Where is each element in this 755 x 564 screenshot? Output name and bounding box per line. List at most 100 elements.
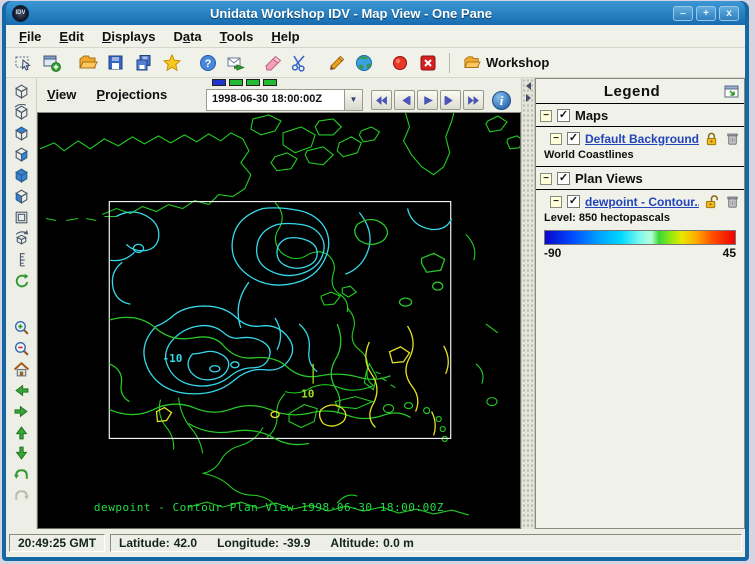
time-selector[interactable]: 1998-06-30 18:00:00Z ▼	[206, 89, 363, 111]
rewind-icon	[376, 95, 387, 105]
collapse-left-icon[interactable]	[525, 82, 531, 90]
erase-displays-button[interactable]	[258, 49, 286, 76]
perspective-view-button[interactable]	[9, 81, 33, 102]
pan-up-button[interactable]	[9, 422, 33, 443]
undo-button[interactable]	[9, 464, 33, 485]
select-display-button[interactable]	[10, 49, 38, 76]
map-view[interactable]: -10 10 dewpoint - Contour Plan View 1998…	[37, 112, 521, 529]
menu-data[interactable]: Data	[164, 27, 210, 46]
workshop-button[interactable]: Workshop	[457, 53, 555, 73]
plan-views-visibility-checkbox[interactable]: ✓	[557, 172, 570, 185]
collapse-toggle[interactable]: −	[550, 132, 562, 145]
right-view-button[interactable]	[9, 144, 33, 165]
fast-forward-icon	[468, 95, 479, 105]
lock-open-icon[interactable]	[704, 194, 719, 209]
help-button[interactable]: ?	[194, 49, 222, 76]
menu-help[interactable]: Help	[262, 27, 308, 46]
collapse-toggle[interactable]: −	[540, 109, 552, 122]
capture-image-button[interactable]	[386, 49, 414, 76]
copy-display-button[interactable]	[130, 49, 158, 76]
menu-bar: File Edit Displays Data Tools Help	[6, 25, 745, 48]
time-step-box[interactable]	[229, 79, 243, 86]
data-choosers-button[interactable]	[350, 49, 378, 76]
minimize-button[interactable]: –	[673, 5, 693, 21]
background-visibility-checkbox[interactable]: ✓	[567, 132, 580, 145]
time-step-box[interactable]	[246, 79, 260, 86]
collapse-right-icon[interactable]	[525, 94, 531, 102]
world-coastlines-label: World Coastlines	[544, 149, 634, 161]
new-display-button[interactable]	[38, 49, 66, 76]
save-button[interactable]	[102, 49, 130, 76]
pan-right-button[interactable]	[9, 401, 33, 422]
trash-icon[interactable]	[725, 131, 740, 146]
menu-file[interactable]: File	[10, 27, 50, 46]
exit-button[interactable]	[414, 49, 442, 76]
dewpoint-visibility-checkbox[interactable]: ✓	[567, 195, 580, 208]
reset-projection-button[interactable]	[9, 207, 33, 228]
cube-top-icon	[14, 126, 28, 141]
fast-forward-button[interactable]	[463, 90, 484, 110]
contour-label-high: 10	[301, 388, 314, 401]
menu-projections[interactable]: Projections	[86, 78, 177, 102]
step-back-icon	[402, 95, 411, 105]
collapse-toggle[interactable]: −	[540, 172, 552, 185]
time-animation-control: 1998-06-30 18:00:00Z ▼ i	[206, 78, 511, 111]
square-outline-icon	[15, 211, 27, 224]
time-step-indicators	[212, 79, 511, 87]
cursor-position-readout: Latitude: 42.0 Longitude: -39.9 Altitude…	[110, 534, 742, 552]
eraser-icon	[265, 55, 282, 70]
rotate-view-button[interactable]	[9, 102, 33, 123]
collapse-toggle[interactable]: −	[550, 195, 562, 208]
play-button[interactable]	[417, 90, 438, 110]
pan-down-button[interactable]	[9, 443, 33, 464]
color-scale-bar[interactable]	[544, 230, 736, 245]
preferences-button[interactable]	[322, 49, 350, 76]
cut-remove-button[interactable]	[286, 49, 314, 76]
pan-left-button[interactable]	[9, 380, 33, 401]
lock-closed-icon[interactable]	[704, 131, 719, 146]
time-dropdown-button[interactable]: ▼	[344, 90, 362, 110]
altitude-value: 0.0 m	[383, 536, 414, 550]
menu-displays[interactable]: Displays	[93, 27, 164, 46]
longitude-label: Longitude:	[217, 536, 280, 550]
step-back-button[interactable]	[394, 90, 415, 110]
home-view-button[interactable]	[9, 359, 33, 380]
arrow-up-icon	[15, 426, 27, 440]
altitude-label: Altitude:	[330, 536, 380, 550]
maps-visibility-checkbox[interactable]: ✓	[557, 109, 570, 122]
help-icon: ?	[200, 54, 216, 71]
bottom-view-button[interactable]	[9, 186, 33, 207]
zoom-out-button[interactable]	[9, 338, 33, 359]
animation-properties-button[interactable]: i	[492, 90, 511, 110]
top-view-button[interactable]	[9, 123, 33, 144]
reset-rotation-button[interactable]	[9, 270, 33, 291]
front-view-button[interactable]	[9, 165, 33, 186]
display-annotation: dewpoint - Contour Plan View 1998-06-30 …	[94, 501, 444, 514]
default-background-link[interactable]: Default Background ...	[585, 132, 699, 146]
split-pane-divider[interactable]	[521, 78, 535, 529]
coastlines	[39, 113, 520, 516]
cube-right-icon	[14, 147, 28, 162]
menu-tools[interactable]: Tools	[211, 27, 263, 46]
close-button[interactable]: x	[719, 5, 739, 21]
menu-view[interactable]: View	[37, 78, 86, 102]
support-request-button[interactable]	[222, 49, 250, 76]
vertical-scale-button[interactable]	[9, 249, 33, 270]
step-forward-button[interactable]	[440, 90, 461, 110]
time-step-box[interactable]	[212, 79, 226, 86]
favorites-button[interactable]	[158, 49, 186, 76]
rewind-button[interactable]	[371, 90, 392, 110]
title-bar[interactable]: IDV Unidata Workshop IDV - Map View - On…	[6, 1, 745, 25]
open-file-button[interactable]	[74, 49, 102, 76]
dewpoint-contour-link[interactable]: dewpoint - Contour...	[585, 195, 699, 209]
time-step-box[interactable]	[263, 79, 277, 86]
maximize-button[interactable]: +	[696, 5, 716, 21]
auto-rotate-button[interactable]	[9, 228, 33, 249]
trash-icon[interactable]	[725, 194, 740, 209]
redo-button[interactable]	[9, 485, 33, 506]
menu-edit[interactable]: Edit	[50, 27, 93, 46]
legend-panel: Legend − ✓ Maps − ✓ Default Background .…	[535, 78, 745, 529]
float-legend-icon[interactable]	[724, 84, 740, 99]
info-icon: i	[499, 92, 504, 108]
zoom-in-button[interactable]	[9, 317, 33, 338]
